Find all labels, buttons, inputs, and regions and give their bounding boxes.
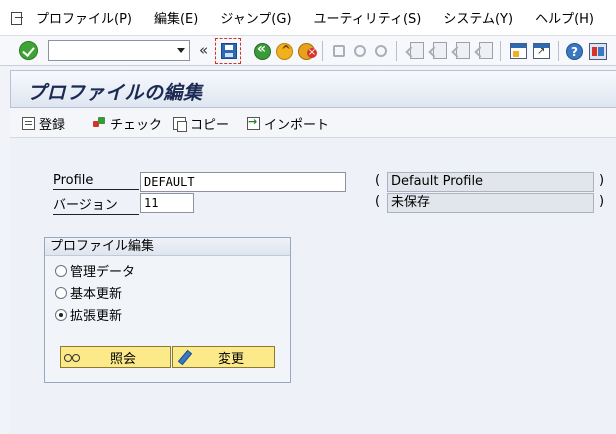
paren-close: ) bbox=[599, 194, 605, 209]
page-title: プロファイルの編集 bbox=[27, 82, 203, 104]
shortcut-icon[interactable] bbox=[533, 43, 550, 59]
paren-open: ( bbox=[375, 173, 381, 188]
menu-goto[interactable]: ジャンプ(G) bbox=[220, 8, 291, 27]
print-icon[interactable] bbox=[331, 43, 347, 59]
version-field[interactable]: 11 bbox=[140, 193, 194, 213]
change-button[interactable]: 変更 bbox=[172, 346, 275, 368]
find-icon[interactable] bbox=[352, 43, 368, 59]
first-page-icon[interactable] bbox=[410, 42, 424, 59]
radio-label: 基本更新 bbox=[70, 287, 123, 302]
system-menu-icon[interactable] bbox=[10, 11, 24, 25]
previous-page-icon[interactable] bbox=[433, 42, 447, 59]
customize-layout-icon[interactable] bbox=[589, 43, 607, 60]
menu-system[interactable]: システム(Y) bbox=[443, 8, 513, 27]
collapse-icon[interactable]: « bbox=[199, 41, 208, 59]
back-icon[interactable] bbox=[254, 41, 271, 60]
create-button[interactable]: 登録 bbox=[22, 114, 66, 133]
group-title: プロファイル編集 bbox=[45, 238, 290, 256]
copy-button[interactable]: コピー bbox=[173, 114, 230, 133]
radio-admin-data[interactable]: 管理データ bbox=[55, 261, 135, 280]
find-next-icon[interactable] bbox=[373, 43, 389, 59]
paren-close: ) bbox=[599, 173, 605, 188]
version-label: バージョン bbox=[53, 194, 139, 215]
create-label: 登録 bbox=[39, 117, 66, 133]
check-icon bbox=[93, 116, 106, 130]
radio-label: 拡張更新 bbox=[70, 309, 123, 324]
display-label: 照会 bbox=[110, 351, 137, 367]
radio-button-selected[interactable] bbox=[55, 308, 67, 321]
version-description: 未保存 bbox=[387, 193, 594, 213]
menu-profile[interactable]: プロファイル(P) bbox=[36, 8, 132, 27]
paren-open: ( bbox=[375, 194, 381, 209]
toolbar-separator bbox=[322, 41, 323, 61]
title-bar: プロファイルの編集 bbox=[10, 70, 616, 108]
change-label: 変更 bbox=[218, 351, 245, 367]
menu-edit[interactable]: 編集(E) bbox=[154, 8, 198, 27]
toolbar-separator bbox=[500, 41, 501, 61]
create-icon bbox=[22, 116, 35, 130]
radio-button[interactable] bbox=[55, 264, 67, 277]
menu-help[interactable]: ヘルプ(H) bbox=[535, 8, 594, 27]
next-page-icon[interactable] bbox=[456, 42, 470, 59]
command-field[interactable] bbox=[48, 40, 190, 61]
import-label: インポート bbox=[264, 117, 330, 133]
check-label: チェック bbox=[110, 117, 163, 133]
profile-label: Profile bbox=[53, 173, 139, 190]
import-icon bbox=[247, 115, 260, 130]
copy-icon bbox=[173, 116, 187, 132]
copy-label: コピー bbox=[190, 117, 230, 133]
menu-bar: プロファイル(P) 編集(E) ジャンプ(G) ユーティリティ(S) システム(… bbox=[0, 0, 616, 36]
import-button[interactable]: インポート bbox=[247, 114, 330, 133]
profile-description: Default Profile bbox=[387, 172, 594, 192]
radio-extended-maintenance[interactable]: 拡張更新 bbox=[55, 305, 122, 324]
last-page-icon[interactable] bbox=[479, 42, 493, 59]
glasses-icon bbox=[64, 350, 80, 364]
save-icon[interactable] bbox=[221, 43, 237, 59]
radio-label: 管理データ bbox=[70, 265, 136, 280]
new-session-icon[interactable] bbox=[510, 43, 527, 59]
toolbar-separator bbox=[396, 41, 397, 61]
radio-button[interactable] bbox=[55, 286, 67, 299]
exit-icon[interactable] bbox=[276, 43, 293, 60]
command-dropdown-icon[interactable] bbox=[177, 48, 185, 53]
check-button[interactable]: チェック bbox=[93, 114, 163, 133]
toolbar-separator bbox=[558, 41, 559, 61]
pencil-icon bbox=[176, 350, 192, 364]
help-icon[interactable]: ? bbox=[566, 43, 583, 60]
menu-utilities[interactable]: ユーティリティ(S) bbox=[314, 8, 422, 27]
enter-check-icon[interactable] bbox=[19, 41, 38, 60]
cancel-icon[interactable] bbox=[298, 43, 317, 60]
radio-basic-maintenance[interactable]: 基本更新 bbox=[55, 283, 122, 302]
profile-field[interactable]: DEFAULT bbox=[140, 172, 346, 192]
display-button[interactable]: 照会 bbox=[60, 346, 171, 368]
application-toolbar: 登録 チェック コピー インポート bbox=[10, 108, 616, 138]
